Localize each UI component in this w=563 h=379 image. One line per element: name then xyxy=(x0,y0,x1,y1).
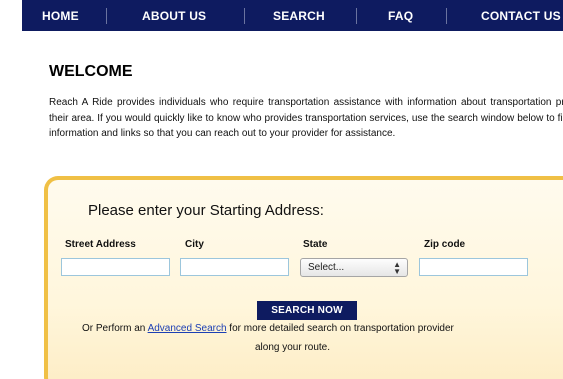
nav-faq-link[interactable]: FAQ xyxy=(388,9,413,23)
zip-code-input[interactable] xyxy=(419,258,528,276)
nav-divider xyxy=(356,8,357,24)
zip-code-label: Zip code xyxy=(424,239,466,250)
advanced-search-text: Or Perform an Advanced Search for more d… xyxy=(82,323,454,334)
advanced-search-prefix: Or Perform an xyxy=(82,323,148,334)
nav-divider xyxy=(244,8,245,24)
nav-search-link[interactable]: SEARCH xyxy=(273,9,325,23)
page-title: WELCOME xyxy=(49,63,133,80)
select-updown-icon: ▲ ▼ xyxy=(393,260,401,276)
intro-paragraph: Reach A Ride provides individuals who re… xyxy=(49,97,563,139)
city-label: City xyxy=(185,239,204,250)
search-now-button[interactable]: SEARCH NOW xyxy=(257,301,357,320)
page: HOME ABOUT US SEARCH FAQ CONTACT US WELC… xyxy=(22,0,563,379)
advanced-search-suffix: for more detailed search on transportati… xyxy=(226,323,454,334)
state-select[interactable]: Select... ▲ ▼ xyxy=(300,258,408,277)
left-margin xyxy=(0,0,22,379)
advanced-search-text-line2: along your route. xyxy=(254,342,331,353)
state-label: State xyxy=(303,239,328,250)
advanced-search-link[interactable]: Advanced Search xyxy=(148,323,227,334)
nav-home-link[interactable]: HOME xyxy=(42,9,79,23)
top-navigation: HOME ABOUT US SEARCH FAQ CONTACT US xyxy=(22,0,563,31)
search-panel-heading: Please enter your Starting Address: xyxy=(88,202,324,219)
nav-divider xyxy=(106,8,107,24)
city-input[interactable] xyxy=(180,258,289,276)
nav-contact-link[interactable]: CONTACT US xyxy=(481,9,561,23)
state-select-value: Select... xyxy=(308,262,345,273)
nav-divider xyxy=(446,8,447,24)
street-address-label: Street Address xyxy=(65,239,136,250)
street-address-input[interactable] xyxy=(61,258,170,276)
nav-about-link[interactable]: ABOUT US xyxy=(142,9,206,23)
